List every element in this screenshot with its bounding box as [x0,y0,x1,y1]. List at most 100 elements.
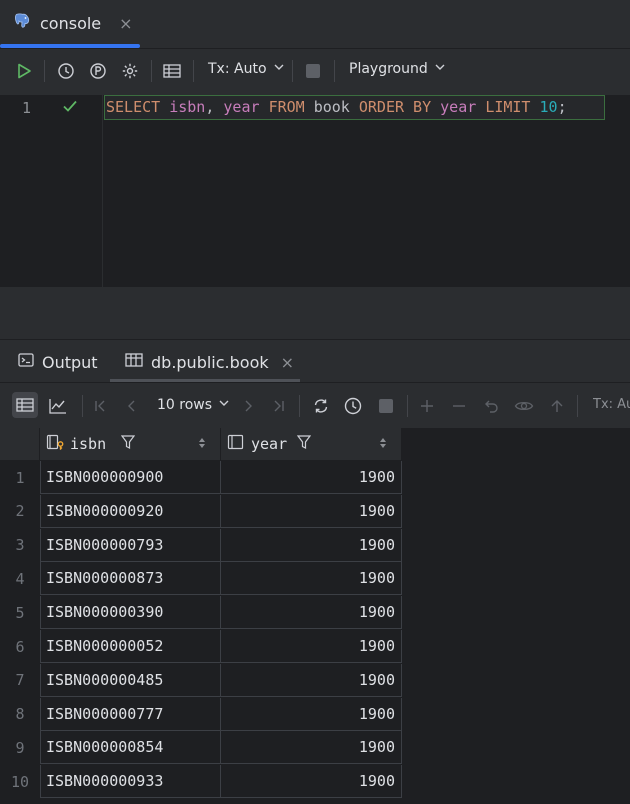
column-icon [227,433,245,455]
toolbar-separator [407,395,408,417]
delete-row-icon[interactable] [447,394,471,418]
chevron-down-icon [218,397,230,413]
table-row[interactable]: 1 ISBN000000900 1900 [0,461,402,495]
toolbar-separator [577,395,578,417]
tab-table-label: db.public.book [151,352,269,372]
first-page-icon[interactable] [88,394,112,418]
next-page-icon[interactable] [236,394,260,418]
tab-output-label: Output [42,352,98,372]
filter-icon[interactable] [120,434,136,454]
check-icon [62,98,78,119]
column-header-isbn[interactable]: isbn [40,428,221,460]
tab-output[interactable]: Output [18,352,98,372]
sort-icon[interactable] [198,435,206,453]
results-transaction-mode[interactable]: Tx: Au [593,397,630,412]
cell-year[interactable]: 1900 [221,528,402,562]
tab-db-public-book[interactable]: db.public.book × [125,352,294,372]
row-number: 4 [0,562,40,596]
active-tab-indicator [110,379,300,382]
settings-icon[interactable] [118,59,142,83]
cell-year[interactable]: 1900 [221,697,402,731]
stop-icon[interactable] [374,394,398,418]
sort-icon[interactable] [379,435,387,453]
stop-icon[interactable] [301,59,325,83]
table-view-icon[interactable] [12,392,38,418]
close-tab-icon[interactable]: × [119,14,132,33]
revert-icon[interactable] [480,394,504,418]
cell-isbn[interactable]: ISBN000000052 [40,630,221,663]
filter-icon[interactable] [296,434,312,454]
transaction-mode-dropdown[interactable]: Tx: Auto [208,61,285,77]
preview-eye-icon[interactable] [512,394,536,418]
cell-isbn[interactable]: ISBN000000900 [40,461,221,494]
postgres-elephant-icon [14,12,32,34]
cell-year[interactable]: 1900 [221,461,402,494]
results-tab-bar: Output db.public.book × [0,340,630,383]
row-count-dropdown[interactable]: 10 rows [157,397,230,413]
cell-year[interactable]: 1900 [221,765,402,799]
last-page-icon[interactable] [267,394,291,418]
run-icon[interactable] [12,59,36,83]
cell-year[interactable]: 1900 [221,494,402,528]
toolbar-separator [292,60,293,82]
sql-token: , [205,98,224,116]
cell-isbn[interactable]: ISBN000000854 [40,731,221,765]
cell-year[interactable]: 1900 [221,663,402,697]
sql-editor[interactable]: 1 SELECT isbn, year FROM book ORDER BY y… [0,95,630,287]
cell-isbn[interactable]: ISBN000000933 [40,765,221,799]
history-icon[interactable] [341,394,365,418]
results-transaction-label: Tx: Au [593,397,630,412]
cell-year[interactable]: 1900 [221,562,402,596]
cell-year[interactable]: 1900 [221,596,402,630]
line-number: 1 [22,99,32,117]
toolbar-separator [193,60,194,82]
cell-isbn[interactable]: ISBN000000777 [40,697,221,731]
table-icon[interactable] [160,59,184,83]
submit-arrow-icon[interactable] [545,394,569,418]
pin-p-icon[interactable] [86,59,110,83]
history-icon[interactable] [54,59,78,83]
row-number: 6 [0,630,40,663]
cell-isbn[interactable]: ISBN000000920 [40,494,221,528]
table-row[interactable]: 7 ISBN000000485 1900 [0,663,402,698]
table-row[interactable]: 10 ISBN000000933 1900 [0,765,402,799]
row-number: 9 [0,731,40,765]
cell-isbn[interactable]: ISBN000000793 [40,528,221,562]
table-row[interactable]: 5 ISBN000000390 1900 [0,596,402,630]
column-header-label: year [251,435,288,453]
table-row[interactable]: 6 ISBN000000052 1900 [0,630,402,664]
refresh-icon[interactable] [309,394,333,418]
table-row[interactable]: 3 ISBN000000793 1900 [0,528,402,563]
editor-toolbar: Tx: Auto Playground [0,48,630,96]
cell-year[interactable]: 1900 [221,630,402,663]
sql-statement[interactable]: SELECT isbn, year FROM book ORDER BY yea… [104,95,605,120]
editor-gutter: 1 [0,95,103,287]
table-icon [125,352,143,372]
table-row[interactable]: 4 ISBN000000873 1900 [0,562,402,596]
results-toolbar: 10 rows Tx: Au [0,383,630,429]
add-row-icon[interactable] [415,394,439,418]
close-tab-icon[interactable]: × [281,353,294,372]
chevron-down-icon [434,61,446,77]
chart-view-icon[interactable] [46,394,70,418]
table-row[interactable]: 2 ISBN000000920 1900 [0,494,402,529]
table-row[interactable]: 8 ISBN000000777 1900 [0,697,402,732]
playground-dropdown[interactable]: Playground [349,61,446,77]
toolbar-separator [334,60,335,82]
cell-year[interactable]: 1900 [221,731,402,765]
toolbar-separator [82,395,83,417]
row-number: 2 [0,494,40,528]
previous-page-icon[interactable] [120,394,144,418]
cell-isbn[interactable]: ISBN000000390 [40,596,221,630]
row-number: 7 [0,663,40,697]
table-row[interactable]: 9 ISBN000000854 1900 [0,731,402,765]
row-count-label: 10 rows [157,397,213,413]
row-number: 10 [0,765,40,799]
column-header-year[interactable]: year [221,428,402,460]
cell-isbn[interactable]: ISBN000000873 [40,562,221,596]
cell-isbn[interactable]: ISBN000000485 [40,663,221,697]
tab-console[interactable]: console × [14,12,133,34]
